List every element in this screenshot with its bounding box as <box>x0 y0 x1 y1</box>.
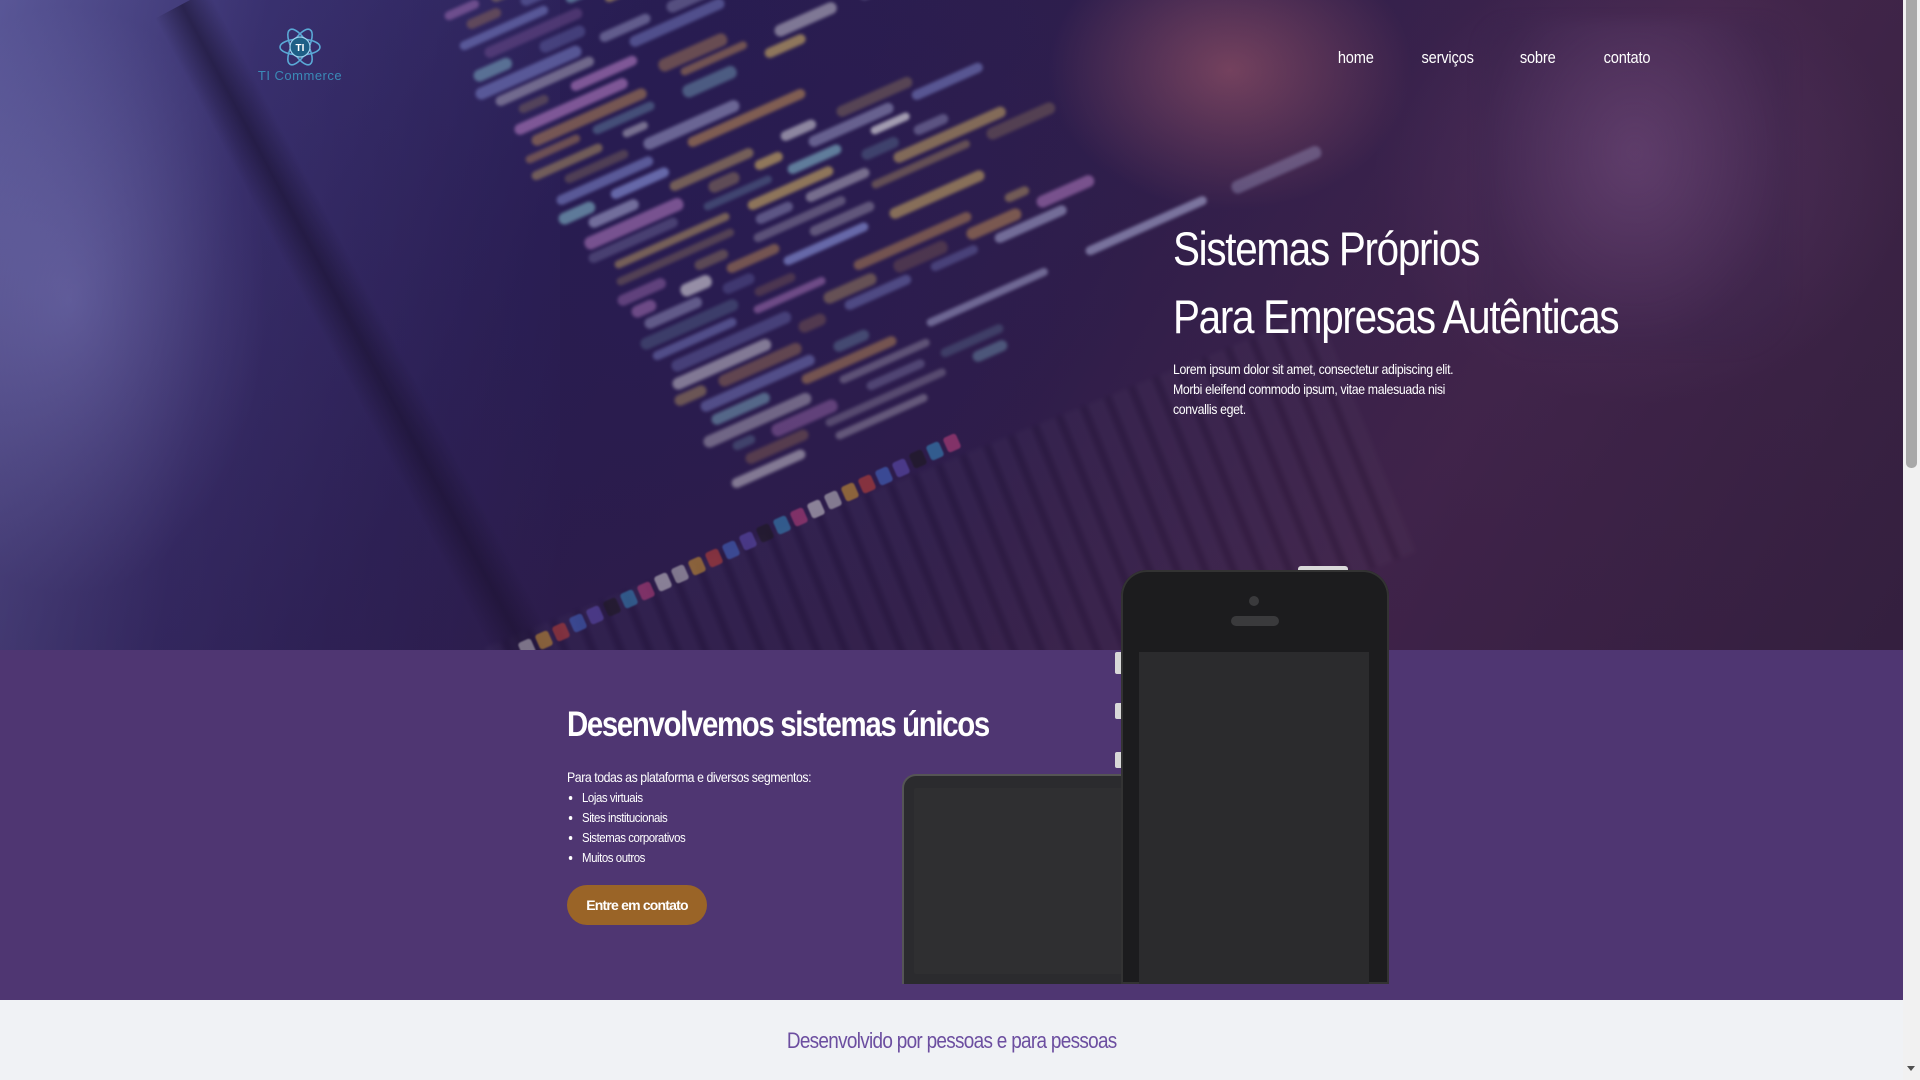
phone-illustration <box>1121 570 1389 984</box>
atom-logo-icon: TI <box>279 28 321 66</box>
tagline: Desenvolvido por pessoas e para pessoas <box>0 1028 1903 1054</box>
hero-title-line-2: Para Empresas Autênticas <box>1173 290 1620 343</box>
hero-title: Sistemas Próprios Para Empresas Autêntic… <box>1173 215 1620 351</box>
nav-item-servicos[interactable]: serviços <box>1422 48 1474 68</box>
phone-camera <box>1249 596 1259 606</box>
features-intro: Para todas as plataforma e diversos segm… <box>567 769 812 785</box>
tablet-screen <box>914 788 1150 974</box>
logo-badge-text: TI <box>296 43 305 54</box>
tablet-illustration <box>902 774 1152 984</box>
logo-text: TI Commerce <box>257 68 343 83</box>
nav-item-home[interactable]: home <box>1337 48 1373 68</box>
contact-button[interactable]: Entre em contato <box>567 885 707 925</box>
features-content: Desenvolvemos sistemas únicos Para todas… <box>567 705 990 925</box>
main-nav: home serviços sobre contato <box>1292 48 1650 68</box>
phone-speaker <box>1231 616 1279 626</box>
features-list-item: Muitos outros <box>582 848 903 868</box>
features-heading: Desenvolvemos sistemas únicos <box>567 705 990 744</box>
chevron-down-icon[interactable] <box>1907 1066 1915 1071</box>
nav-item-sobre[interactable]: sobre <box>1520 48 1556 68</box>
scrollbar-thumb[interactable] <box>1906 0 1917 468</box>
page-scrollbar[interactable] <box>1903 0 1920 1080</box>
features-list-item: Lojas virtuais <box>582 788 903 808</box>
tagline-text: Desenvolvido por pessoas e para pessoas <box>786 1028 1117 1053</box>
features-list-item: Sites institucionais <box>582 808 903 828</box>
hero-description: Lorem ipsum dolor sit amet, consectetur … <box>1173 361 1454 417</box>
features-list-item: Sistemas corporativos <box>582 828 903 848</box>
site-logo[interactable]: TI TI Commerce <box>252 24 348 88</box>
phone-screen <box>1139 652 1369 984</box>
nav-item-contato[interactable]: contato <box>1603 48 1650 68</box>
hero-title-line-1: Sistemas Próprios <box>1173 222 1480 275</box>
hero-text: Sistemas Próprios Para Empresas Autêntic… <box>1173 215 1693 419</box>
features-list: Lojas virtuais Sites institucionais Sist… <box>567 788 947 868</box>
